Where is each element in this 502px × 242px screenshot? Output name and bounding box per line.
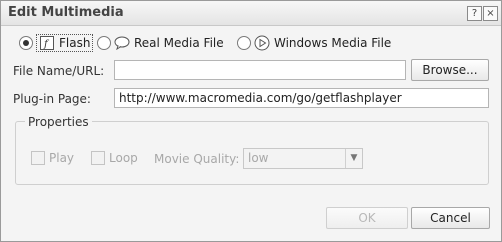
edit-multimedia-dialog: Edit Multimedia ? × f Flash Real Media F…: [0, 0, 502, 242]
loop-checkbox[interactable]: Loop: [91, 151, 138, 165]
loop-label: Loop: [109, 151, 138, 165]
real-media-icon: [114, 35, 130, 51]
plugin-page-label: Plug-in Page:: [13, 92, 91, 106]
radio-button-windows-media[interactable]: [237, 36, 251, 50]
radio-label-windows-media: Windows Media File: [274, 36, 392, 50]
title-bar: Edit Multimedia ? ×: [1, 1, 501, 26]
loop-checkbox-box[interactable]: [91, 151, 105, 165]
radio-button-real-media[interactable]: [97, 36, 111, 50]
close-icon[interactable]: ×: [483, 6, 498, 21]
dialog-title: Edit Multimedia: [8, 5, 124, 20]
radio-windows-media[interactable]: Windows Media File: [237, 34, 391, 52]
windows-media-icon: [254, 35, 270, 51]
play-checkbox-box[interactable]: [31, 151, 45, 165]
flash-icon: f: [39, 35, 55, 51]
cancel-button[interactable]: Cancel: [411, 207, 490, 229]
movie-quality-label: Movie Quality:: [154, 152, 240, 166]
radio-flash[interactable]: f Flash: [19, 34, 94, 52]
file-name-input[interactable]: [114, 60, 406, 80]
ok-button[interactable]: OK: [326, 207, 408, 229]
radio-label-flash: Flash: [59, 36, 91, 50]
file-name-label: File Name/URL:: [13, 64, 105, 78]
radio-real-media[interactable]: Real Media File: [97, 34, 224, 52]
radio-button-flash[interactable]: [19, 36, 33, 50]
play-checkbox[interactable]: Play: [31, 151, 74, 165]
play-label: Play: [49, 151, 75, 165]
movie-quality-value: low: [248, 151, 269, 165]
plugin-page-input[interactable]: [114, 88, 489, 108]
radio-label-real-media: Real Media File: [134, 36, 224, 50]
properties-legend: Properties: [25, 115, 92, 129]
movie-quality-select[interactable]: low ▼: [243, 148, 363, 169]
help-icon[interactable]: ?: [467, 6, 482, 21]
browse-button[interactable]: Browse...: [411, 59, 489, 81]
chevron-down-icon[interactable]: ▼: [345, 149, 362, 168]
